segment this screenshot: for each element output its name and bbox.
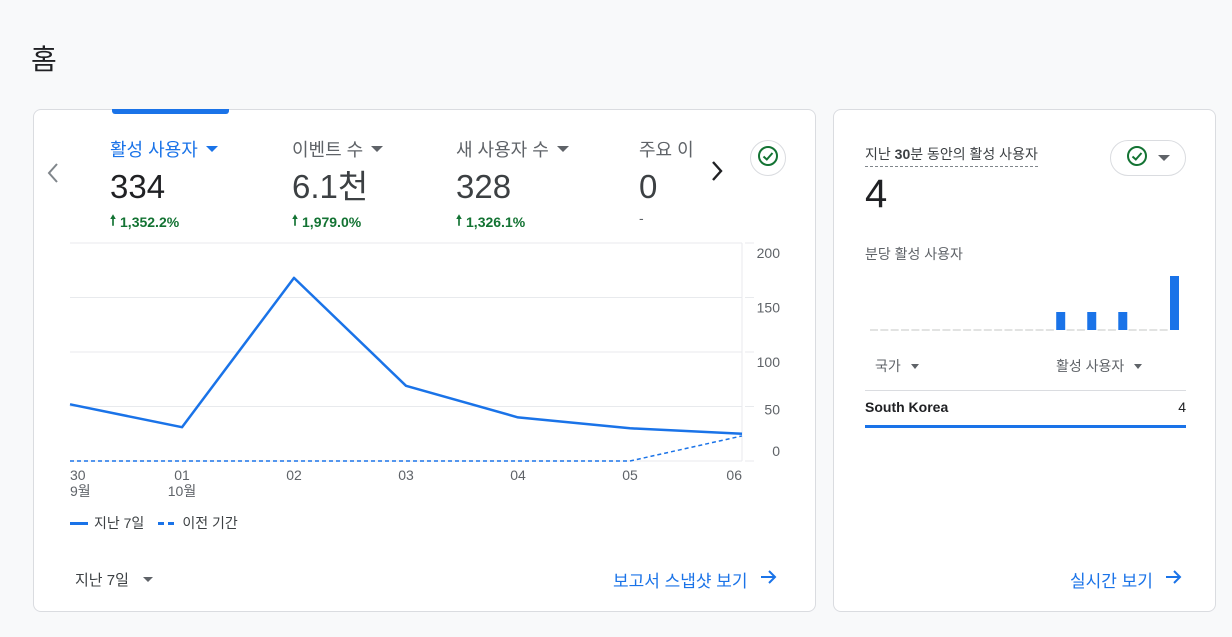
minute-bar[interactable] xyxy=(1056,312,1066,330)
x-tick-label: 05 xyxy=(622,467,638,483)
caret-down-icon xyxy=(142,577,153,582)
x-tick-sublabel: 10월 xyxy=(168,483,196,499)
legend-swatch xyxy=(158,521,177,525)
x-tick-label: 01 xyxy=(174,467,190,483)
legend-item-current: 지난 7일 xyxy=(70,513,144,533)
page-title: 홈 xyxy=(31,44,57,75)
per-minute-bar-chart xyxy=(870,276,1179,331)
series-line-previous xyxy=(70,435,743,462)
x-tick-label: 04 xyxy=(510,467,526,483)
x-tick-sublabel: 9월 xyxy=(70,483,91,499)
y-tick-label: 200 xyxy=(757,245,781,261)
realtime-card: 지난 30분 동안의 활성 사용자 4 분당 활성 사용자 국가 활성 사용자 … xyxy=(833,109,1216,612)
y-tick-label: 50 xyxy=(764,402,780,418)
x-tick-label: 06 xyxy=(726,467,742,483)
country-column-select[interactable]: 국가 xyxy=(875,356,919,376)
y-tick-label: 100 xyxy=(757,354,781,370)
minute-bar[interactable] xyxy=(1170,276,1179,330)
arrow-right-icon xyxy=(1165,569,1183,590)
arrow-right-icon xyxy=(760,569,778,590)
date-range-label: 지난 7일 xyxy=(75,572,129,589)
view-realtime-link[interactable]: 실시간 보기 xyxy=(1070,567,1183,592)
legend-item-previous: 이전 기간 xyxy=(158,513,238,533)
chart-legend: 지난 7일 이전 기간 xyxy=(70,513,238,533)
country-cell: South Korea xyxy=(865,399,949,415)
minute-bar[interactable] xyxy=(1087,312,1097,330)
divider xyxy=(865,390,1186,391)
caret-down-icon xyxy=(1134,363,1143,369)
x-tick-label: 30 xyxy=(70,467,86,483)
y-tick-label: 150 xyxy=(757,300,781,316)
x-tick-label: 02 xyxy=(286,467,302,483)
active-users-column-select[interactable]: 활성 사용자 xyxy=(1056,356,1143,376)
y-tick-label: 0 xyxy=(772,443,780,459)
row-share-bar xyxy=(865,425,1186,428)
series-line-current xyxy=(69,276,743,435)
line-chart: 200 150 100 50 0 309월 0110월 02 03 04 05 06 xyxy=(69,242,781,499)
legend-swatch xyxy=(70,521,88,525)
overview-card: 활성 사용자 334 🠕 1,352.2% 이벤트 수 6.1천 🠕 1,979.0… xyxy=(33,109,816,612)
table-row[interactable]: South Korea 4 xyxy=(865,399,1186,415)
value-cell: 4 xyxy=(1178,399,1186,415)
minute-bar[interactable] xyxy=(1118,312,1128,330)
view-report-snapshot-link[interactable]: 보고서 스냅샷 보기 xyxy=(613,567,778,592)
date-range-select[interactable]: 지난 7일 xyxy=(75,569,153,590)
x-tick-label: 03 xyxy=(398,467,414,483)
caret-down-icon xyxy=(910,363,919,369)
